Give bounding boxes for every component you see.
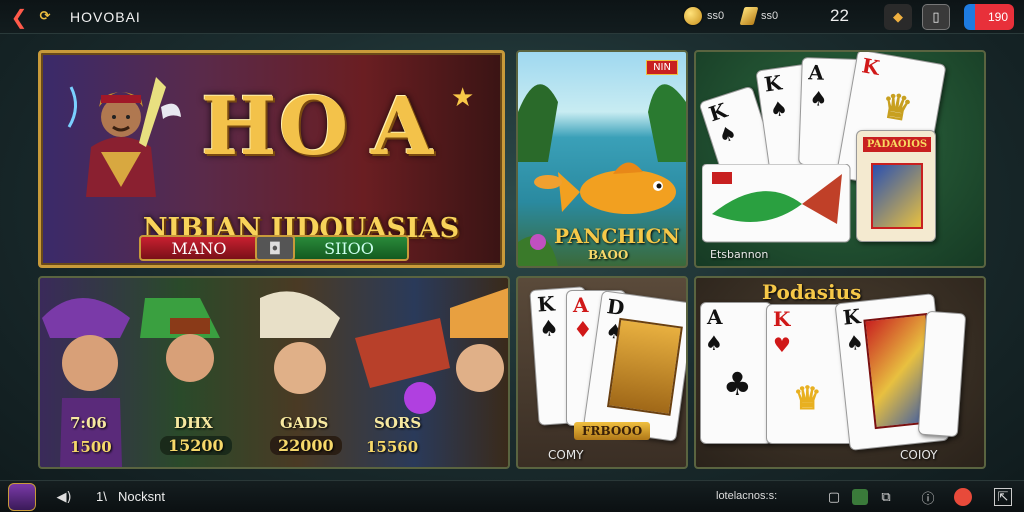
coin-value: ss0 <box>707 10 725 22</box>
slot-tile-name: 7:06 <box>70 414 107 432</box>
card-art <box>606 317 683 416</box>
card-art <box>871 163 923 229</box>
star-icon: ★ <box>451 83 475 113</box>
warrior-hero-art <box>67 77 181 197</box>
banner-title-right: A <box>371 79 434 173</box>
card-game-tile-2[interactable]: K ♠ A ♦ D ♠ FRBOOO COMY <box>516 276 688 469</box>
info-icon[interactable]: ⓘ <box>918 487 938 507</box>
card-game-2-caption: COMY <box>548 448 584 462</box>
settings-button[interactable]: ▯ <box>922 4 950 30</box>
back-icon[interactable]: ❮ <box>6 4 32 30</box>
avatar[interactable] <box>8 483 36 511</box>
slot-tiles-row: 7:06 1500 DHX 15200 GADS 22000 SORS 1556… <box>38 276 510 469</box>
playing-card: D ♠ <box>582 290 686 442</box>
gold-counter[interactable]: ss0 <box>739 7 779 25</box>
bottom-label: Nocksnt <box>118 489 165 504</box>
app-title: HOVOBAI <box>70 8 141 25</box>
bottom-right-text: lotelacnos:s: <box>716 490 778 502</box>
gem-counter[interactable]: 190 <box>964 4 1014 30</box>
chat-icon[interactable]: ▢ <box>824 487 844 507</box>
coin-counter[interactable]: ss0 <box>684 7 724 25</box>
banner-right-button[interactable]: SIIOO <box>289 235 409 261</box>
slot-tile-value: 15560 <box>366 438 419 456</box>
card-game-tile-1[interactable]: K ♠ K ♠ A ♠ K ♛ PADAOIOS Etsbannon <box>694 50 986 268</box>
top-bar: ❮ ⟳ HOVOBAI <box>0 0 1024 34</box>
gold-value: ss0 <box>761 10 779 22</box>
logo-icon: ⟳ <box>39 9 51 24</box>
coin-slot-icon: ◘ <box>255 235 295 261</box>
document-icon: ▯ <box>932 9 940 25</box>
banner-title-left: HO <box>201 79 351 173</box>
level-value: 22 <box>830 6 849 25</box>
fish-game-tile[interactable]: NIN PANCHICN BAOO <box>516 50 688 268</box>
friends-icon[interactable]: ⧉ <box>876 487 896 507</box>
fish-on-card-art <box>702 164 851 243</box>
shop-icon: ◆ <box>893 9 903 25</box>
banner-left-button[interactable]: MANO <box>139 235 259 261</box>
notification-icon[interactable] <box>954 488 972 506</box>
bottom-label-number: 1\ <box>96 489 107 504</box>
card-game-1-caption: Etsbannon <box>710 248 769 261</box>
speaker-icon[interactable]: ◀) <box>54 487 74 507</box>
gift-icon[interactable] <box>852 489 868 505</box>
card-plate: FRBOOO <box>574 422 651 440</box>
card-game-tile-3[interactable]: Podasius A ♠ ♣ K ♥ ♛ K ♠ COIOY <box>694 276 986 469</box>
slot-tile-value: 1500 <box>70 438 112 456</box>
gold-bar-icon <box>739 7 759 25</box>
fish-game-sub: BAOO <box>588 248 629 262</box>
shop-button[interactable]: ◆ <box>884 4 912 30</box>
card-banner: PADAOIOS <box>863 137 931 152</box>
slot-tile-value: 15200 <box>160 436 232 455</box>
slot-tile-name: SORS <box>374 414 422 432</box>
fish-game-title: PANCHICN <box>554 224 680 248</box>
card-game-3-caption: COIOY <box>900 448 938 462</box>
slot-tile-name: GADS <box>280 414 329 432</box>
slot-tile-name: DHX <box>174 414 213 432</box>
fullscreen-icon[interactable]: ⇱ <box>994 488 1012 506</box>
gem-value: 190 <box>987 10 1008 24</box>
slot-tile-value: 22000 <box>270 436 342 455</box>
playing-card: A ♠ ♣ <box>700 302 772 444</box>
feature-card: PADAOIOS <box>856 130 936 242</box>
bottom-bar: ◀) 1\ Nocksnt lotelacnos:s: ▢ ⧉ ⓘ ⇱ <box>0 480 1024 512</box>
featured-game-banner[interactable]: HO A ★ NIBIAN IIDOUASIAS MANO ◘ SIIOO <box>38 50 505 268</box>
card-game-3-title: Podasius <box>762 280 862 304</box>
fish-badge: NIN <box>646 60 678 75</box>
coin-icon <box>684 7 702 25</box>
playing-card <box>917 310 967 438</box>
